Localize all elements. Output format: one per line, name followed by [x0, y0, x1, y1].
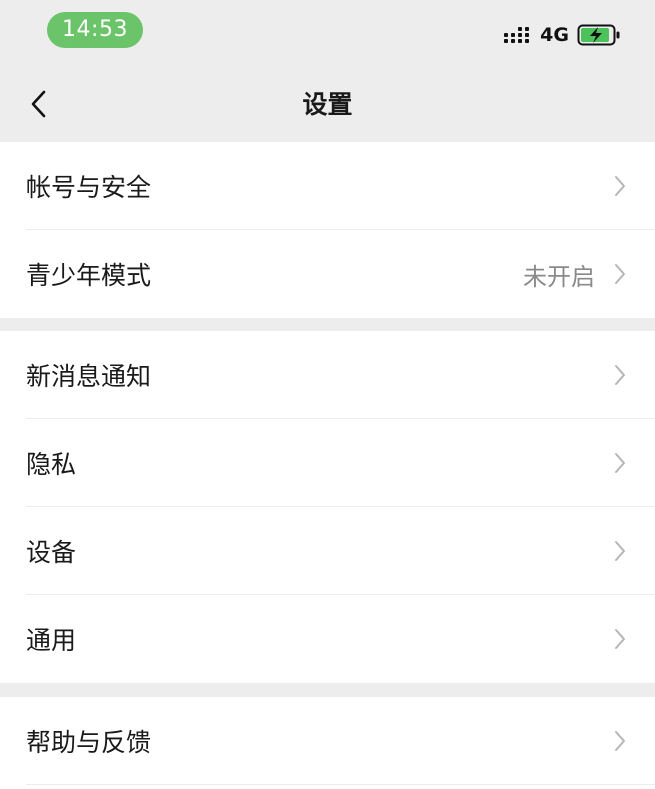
settings-item-devices[interactable]: 设备	[0, 507, 655, 595]
chevron-right-icon	[615, 453, 625, 473]
settings-item-label: 通用	[26, 626, 77, 655]
status-indicators: 4G	[504, 22, 621, 48]
chevron-right-icon	[615, 365, 625, 385]
row-divider	[26, 784, 655, 785]
settings-item-youth-mode[interactable]: 青少年模式 未开启	[0, 230, 655, 318]
chevron-right-icon	[615, 541, 625, 561]
settings-item-value: 未开启	[523, 262, 595, 291]
signal-icon	[504, 27, 530, 43]
settings-item-privacy[interactable]: 隐私	[0, 419, 655, 507]
back-button[interactable]	[18, 84, 58, 124]
settings-group-general: 新消息通知 隐私 设备 通用	[0, 331, 655, 683]
settings-item-label: 帐号与安全	[26, 173, 152, 202]
settings-item-label: 设备	[26, 538, 77, 567]
status-time: 14:53	[47, 12, 143, 48]
network-type: 4G	[540, 24, 569, 46]
settings-item-help-feedback[interactable]: 帮助与反馈	[0, 697, 655, 785]
settings-item-general[interactable]: 通用	[0, 595, 655, 683]
chevron-left-icon	[31, 90, 46, 118]
nav-bar: 设置	[0, 68, 655, 142]
settings-item-account-security[interactable]: 帐号与安全	[0, 142, 655, 230]
settings-item-notifications[interactable]: 新消息通知	[0, 331, 655, 419]
settings-group-account: 帐号与安全 青少年模式 未开启	[0, 142, 655, 318]
battery-charging-icon	[577, 24, 620, 46]
settings-item-label: 隐私	[26, 450, 77, 479]
chevron-right-icon	[615, 629, 625, 649]
settings-group-help: 帮助与反馈	[0, 697, 655, 789]
chevron-right-icon	[615, 176, 625, 196]
settings-item-label: 青少年模式	[26, 261, 152, 290]
chevron-right-icon	[615, 264, 625, 284]
status-bar: 14:53 4G	[0, 0, 655, 68]
settings-item-label: 帮助与反馈	[26, 728, 152, 757]
chevron-right-icon	[615, 731, 625, 751]
settings-item-label: 新消息通知	[26, 362, 152, 391]
page-title: 设置	[302, 90, 353, 119]
